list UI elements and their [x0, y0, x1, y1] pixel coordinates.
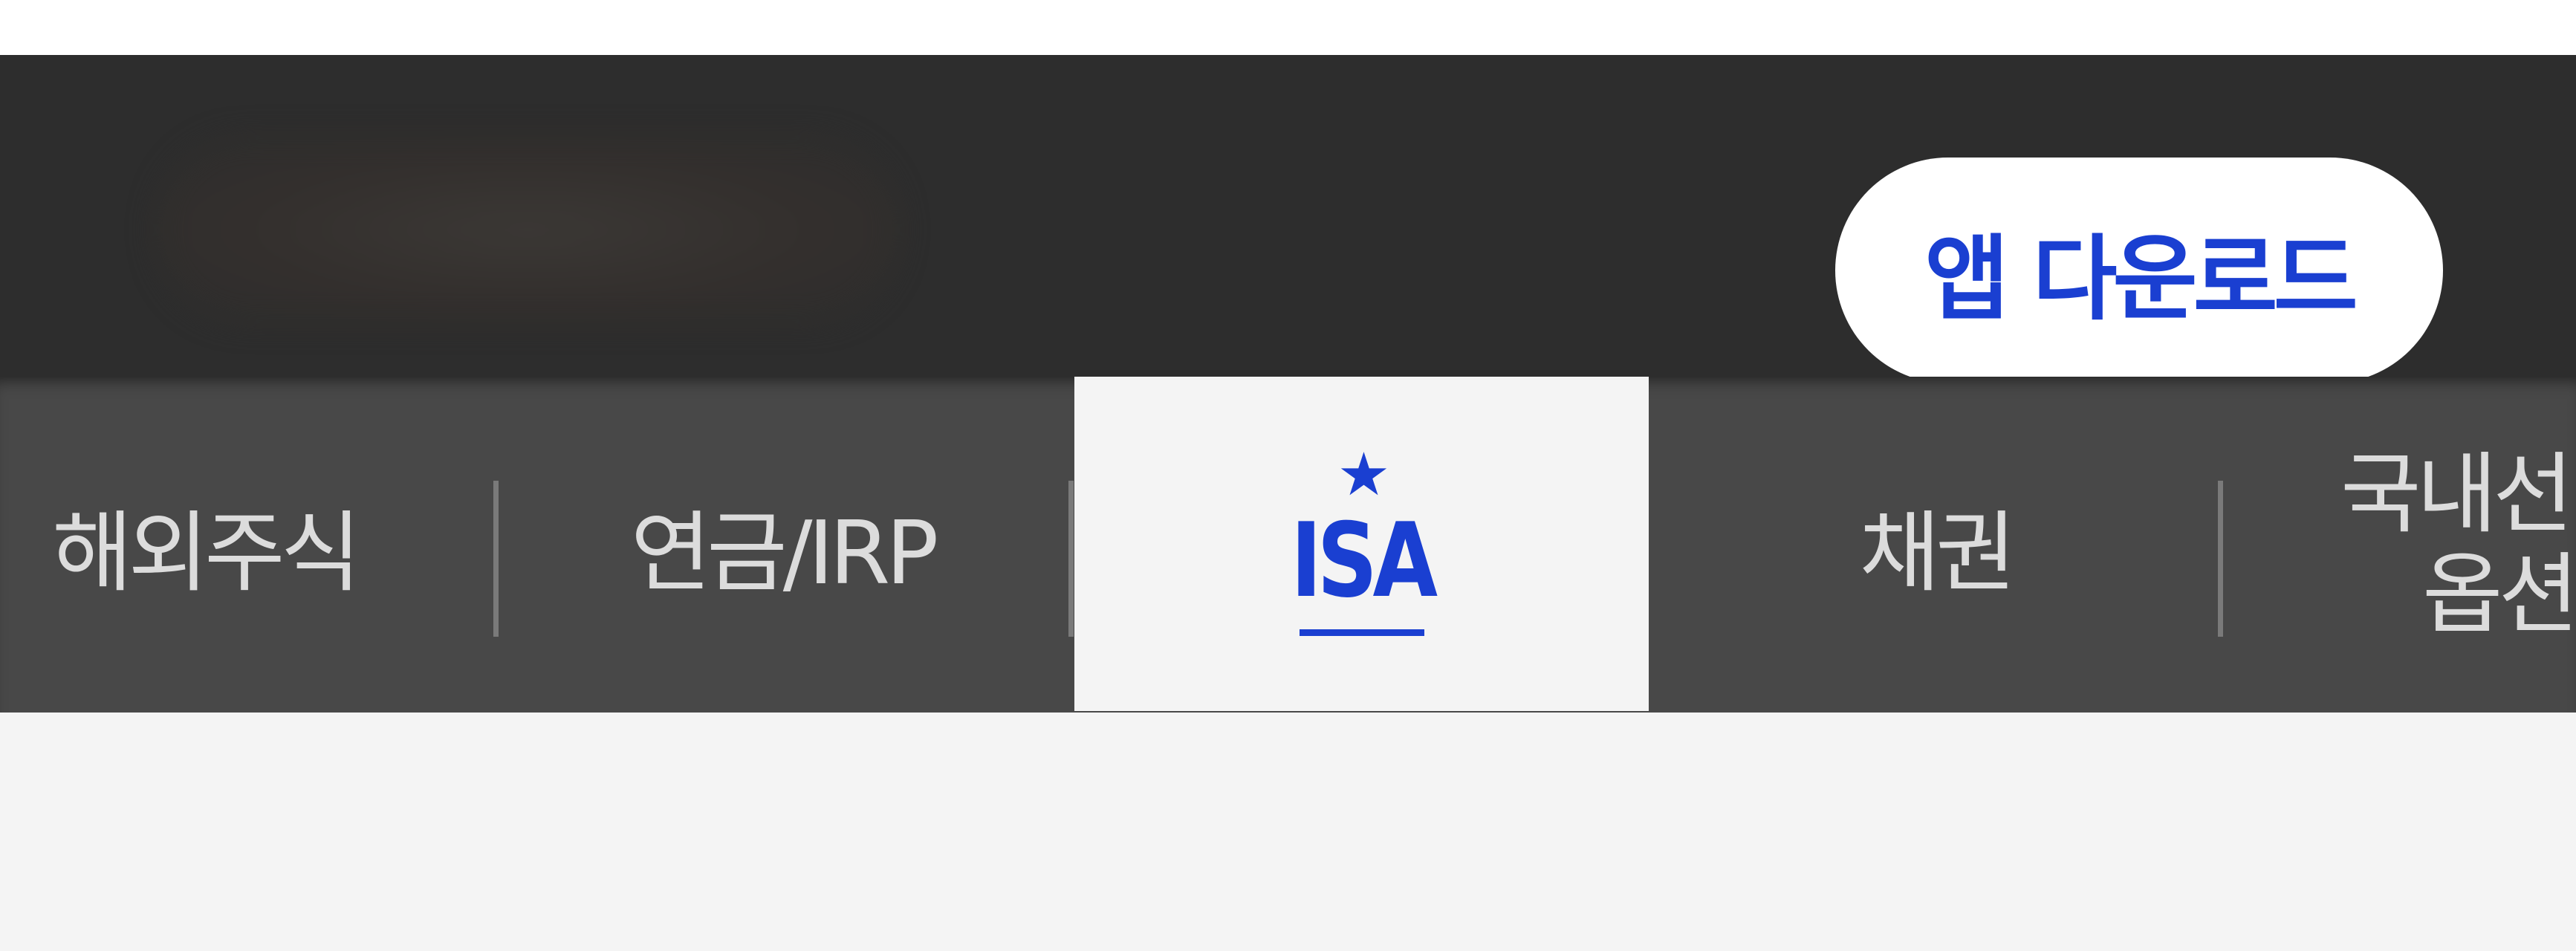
category-tab-bar: 해외주식 연금/IRP ★ ISA 채권 국내선 옵션 [0, 377, 2576, 713]
tab-divider [2218, 481, 2223, 637]
logo-blurred [156, 137, 899, 322]
tab-label: 해외주식 [52, 501, 361, 604]
app-header: 앱 다운로드 [0, 55, 2576, 383]
tab-bonds[interactable]: 채권 [1649, 377, 2222, 713]
tab-divider [1068, 481, 1074, 637]
active-tab-indicator [1299, 629, 1424, 636]
app-download-button[interactable]: 앱 다운로드 [1835, 158, 2443, 383]
tab-pension-irp[interactable]: 연금/IRP [496, 377, 1068, 713]
status-bar-area [0, 0, 2576, 55]
tab-label: 채권 [1859, 501, 2016, 604]
star-icon: ★ [1337, 439, 1391, 509]
main-content [0, 713, 2576, 951]
tab-label-line1: 국내선 [2340, 443, 2574, 545]
tab-label-line2: 옵션 [2422, 543, 2576, 646]
tab-overseas-stocks[interactable]: 해외주식 [0, 377, 490, 713]
tab-label: 연금/IRP [630, 501, 939, 604]
tab-label: ISA [1290, 500, 1438, 620]
tab-domestic-futures-options[interactable]: 국내선 옵션 [2225, 377, 2576, 713]
tab-isa[interactable]: ★ ISA [1074, 377, 1649, 711]
